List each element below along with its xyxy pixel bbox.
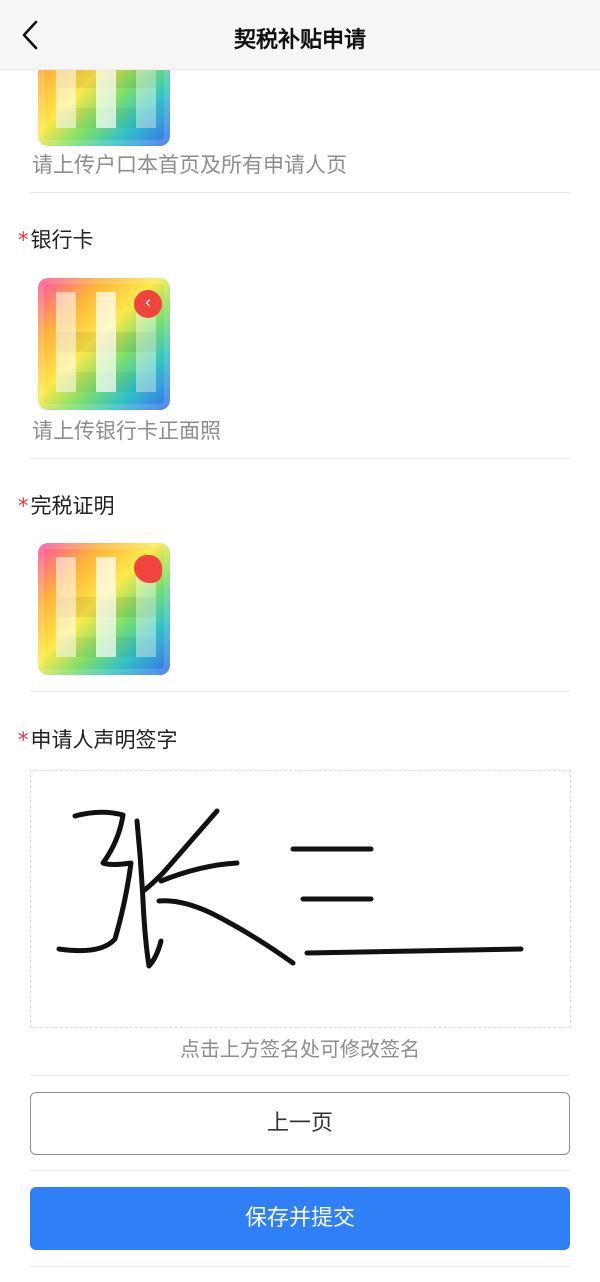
signature-hint: 点击上方签名处可修改签名 — [180, 1037, 420, 1061]
signature-drawing — [56, 808, 524, 969]
divider — [30, 691, 570, 692]
previous-page-button[interactable]: 上一页 — [30, 1092, 570, 1155]
chevron-left-icon: ‹ — [134, 290, 162, 318]
bank-card-upload-hint: 请上传银行卡正面照 — [32, 419, 221, 443]
divider — [30, 1170, 570, 1171]
divider — [30, 1266, 570, 1267]
required-mark: * — [18, 228, 29, 252]
bank-card-label: *银行卡 — [18, 228, 94, 252]
required-mark: * — [18, 494, 29, 518]
form-content: 请上传户口本首页及所有申请人页 *银行卡 ‹ 请上传银行卡正面照 *完税证明 *… — [0, 0, 600, 1282]
divider — [30, 458, 570, 459]
hukou-upload-hint: 请上传户口本首页及所有申请人页 — [32, 153, 347, 177]
required-mark: * — [18, 728, 29, 752]
divider — [30, 1075, 570, 1076]
bank-card-image-thumbnail[interactable]: ‹ — [38, 278, 170, 410]
signature-pad[interactable] — [30, 770, 571, 1028]
nav-bar: 契税补贴申请 — [0, 0, 600, 70]
save-and-submit-button[interactable]: 保存并提交 — [30, 1187, 570, 1250]
tax-proof-image-thumbnail[interactable] — [38, 543, 170, 675]
tax-proof-label: *完税证明 — [18, 494, 115, 518]
signature-label: *申请人声明签字 — [18, 728, 178, 752]
stamp-icon — [134, 555, 162, 583]
page-title: 契税补贴申请 — [233, 28, 366, 53]
divider — [30, 192, 570, 193]
